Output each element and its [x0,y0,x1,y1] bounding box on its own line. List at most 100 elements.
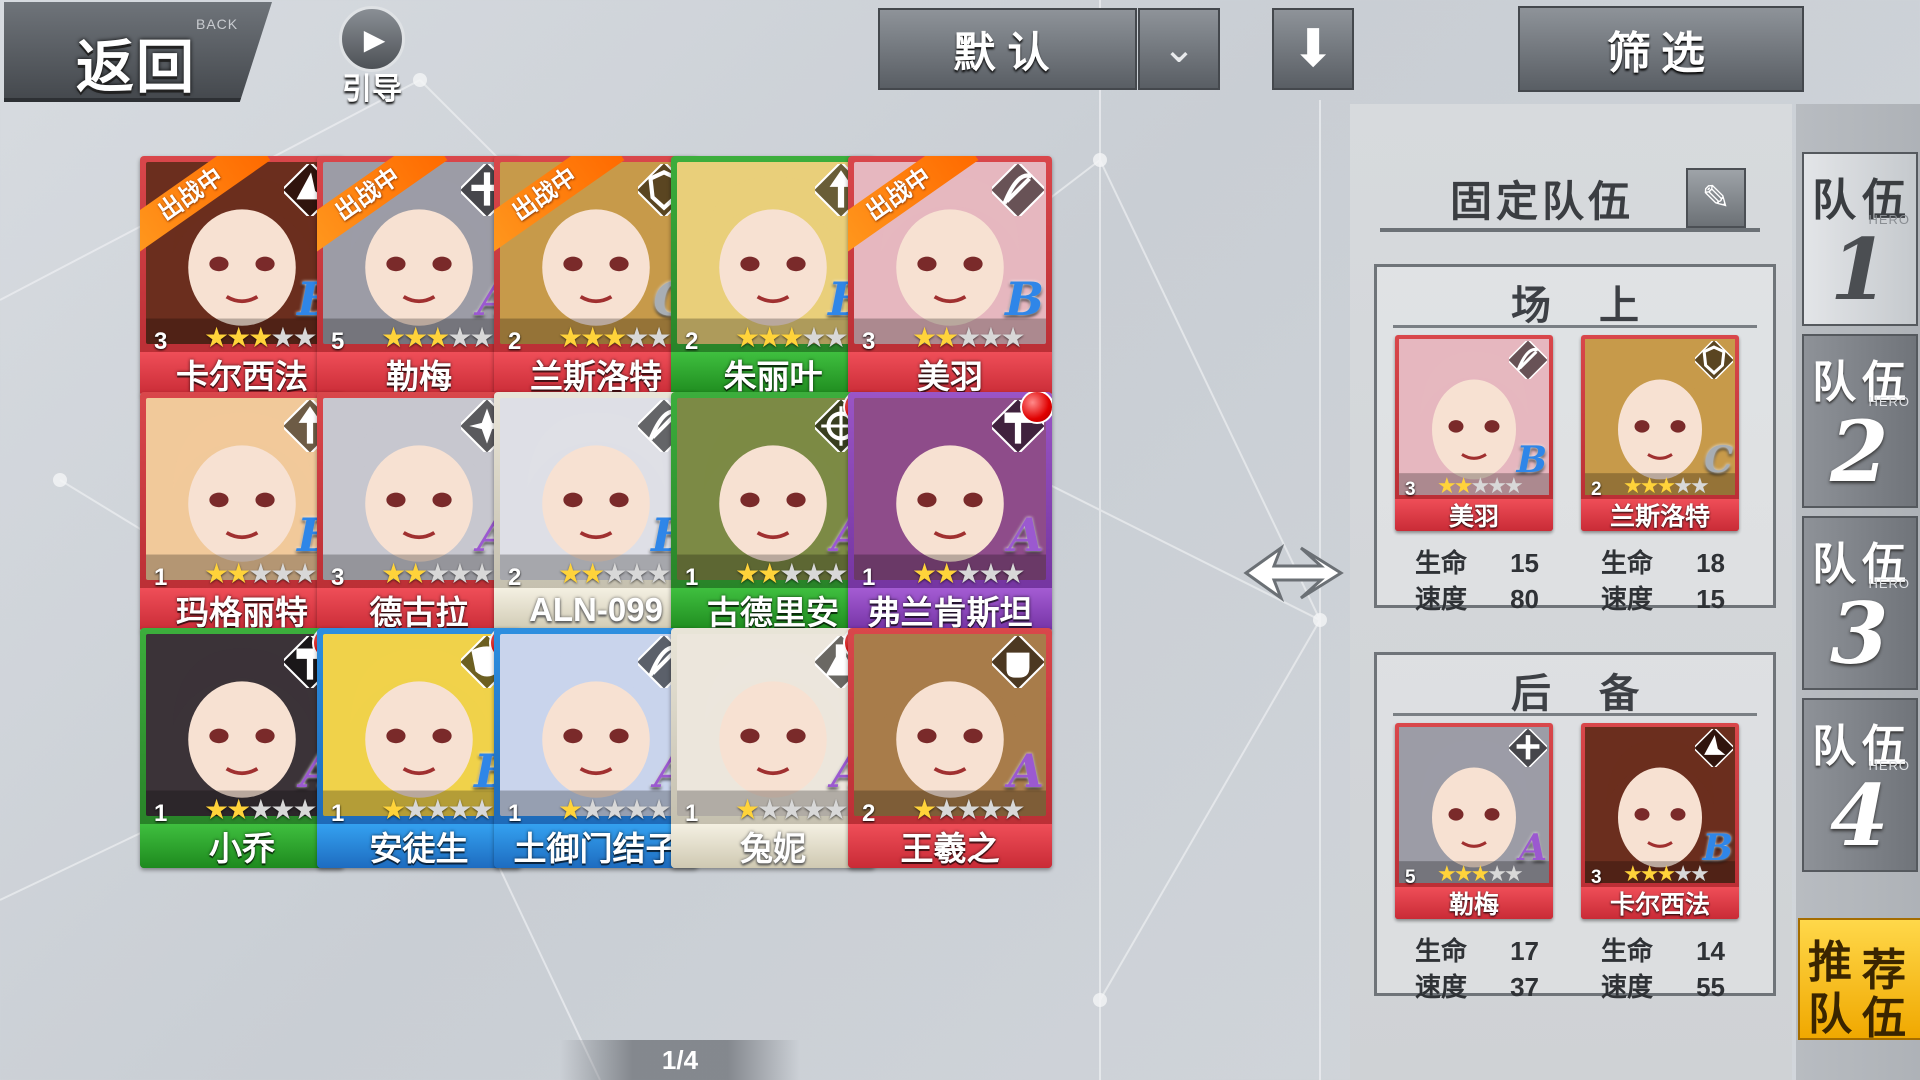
hero-namebar: 弗兰肯斯坦 [848,588,1052,632]
back-button[interactable]: BACK 返回 [4,2,272,102]
hero-card[interactable]: B2★★★★★ALN-099 [494,392,698,632]
star-empty-icon: ★ [1503,861,1524,886]
hero-card[interactable]: A1★★★★★古德里安 [671,392,875,632]
star-empty-icon: ★ [978,322,1003,353]
panel-title: 固定队伍 [1450,178,1635,225]
hero-name: 美羽 [1448,503,1499,531]
recommend-team-button[interactable]: 推 荐 队 伍 [1798,918,1920,1043]
star-empty-icon: ★ [425,558,450,589]
hero-stats: 生命 14 速度 55 [1601,933,1725,1005]
star-filled-icon: ★ [204,794,229,825]
hero-namebar: 古德里安 [671,588,875,632]
hero-card[interactable]: A1★★★★★土御门结子 [494,628,698,868]
hero-card[interactable]: A 2 ★★★★★ 王羲之 [848,628,1052,868]
star-empty-icon: ★ [956,322,981,353]
hero-card[interactable]: B2★★★★★朱丽叶 [671,156,875,396]
hero-namebar: 小乔 [140,824,344,868]
hero-card[interactable]: 出战中B3★★★★★卡尔西法 [140,156,344,396]
star-empty-icon: ★ [956,558,981,589]
star-filled-icon: ★ [779,322,804,353]
team-hero-card[interactable]: B 3 ★★★★★ 美羽 [1395,335,1553,531]
star-empty-icon: ★ [978,558,1003,589]
star-empty-icon: ★ [469,558,494,589]
hero-name: ALN-099 [529,591,663,628]
hero-name: 美羽 [917,358,983,395]
hero-namebar: 兔妮 [671,824,875,868]
tab-team-2[interactable]: 队伍 HERO 2 [1802,334,1918,508]
star-filled-icon: ★ [912,794,937,825]
star-empty-icon: ★ [823,558,848,589]
sort-dropdown-button[interactable]: ⌄ [1138,8,1220,90]
sort-button[interactable]: 默认 [878,8,1137,90]
speed-value: 55 [1696,972,1726,1002]
star-empty-icon: ★ [602,558,627,589]
star-filled-icon: ★ [934,322,959,353]
hero-namebar: 美羽 [848,352,1052,396]
hero-grade: A [1008,508,1044,562]
star-filled-icon: ★ [1437,861,1457,886]
edit-team-button[interactable]: ✎ [1686,168,1746,228]
hp-value: 18 [1696,548,1726,578]
hero-card[interactable]: A1★★★★★小乔 [140,628,344,868]
hero-card[interactable]: B1★★★★★安徒生 [317,628,521,868]
sort-order-button[interactable]: ⬇ [1272,8,1354,90]
star-empty-icon: ★ [801,558,826,589]
hero-card[interactable]: A1★★★★★兔妮 [671,628,875,868]
witch-hat-icon [1692,726,1736,770]
star-empty-icon: ★ [469,794,494,825]
team-hero-card[interactable]: A 5 ★★★★★ 勒梅 [1395,723,1553,919]
play-icon: ▶ [339,6,405,72]
star-empty-icon: ★ [469,322,494,353]
cross-icon [1506,726,1550,770]
hero-stars: ★★★★★ [1437,861,1524,887]
recommend-char-4: 伍 [1862,994,1906,1043]
guide-button[interactable]: ▶ 引导 [328,6,416,106]
reserve-title: 后备 [1511,672,1687,716]
star-empty-icon: ★ [270,794,295,825]
star-filled-icon: ★ [403,558,428,589]
star-empty-icon: ★ [403,794,428,825]
hero-card[interactable]: 出战中A5★★★★★勒梅 [317,156,521,396]
star-filled-icon: ★ [1623,473,1643,498]
star-filled-icon: ★ [1623,861,1643,886]
hero-card[interactable]: B1★★★★★玛格丽特 [140,392,344,632]
hero-grade: C [1704,439,1733,481]
speed-value: 15 [1696,584,1726,614]
tab-team-1[interactable]: 队伍 HERO 1 [1802,152,1918,326]
star-filled-icon: ★ [757,558,782,589]
tab-team-4[interactable]: 队伍 HERO 4 [1802,698,1918,872]
team-hero-card[interactable]: C 2 ★★★★★ 兰斯洛特 [1581,335,1739,531]
hero-stats: 生命 18 速度 15 [1601,545,1725,617]
star-empty-icon: ★ [779,794,804,825]
field-title: 场上 [1511,284,1687,328]
hero-name: 卡尔西法 [1609,891,1710,919]
star-empty-icon: ★ [801,322,826,353]
star-filled-icon: ★ [226,558,251,589]
star-empty-icon: ★ [757,794,782,825]
star-empty-icon: ★ [1689,473,1710,498]
hp-label: 生命 [1415,936,1468,966]
speed-label: 速度 [1415,584,1468,614]
star-filled-icon: ★ [403,322,428,353]
hero-namebar: 兰斯洛特 [494,352,698,396]
star-empty-icon: ★ [248,558,273,589]
pencil-icon: ✎ [1701,179,1731,217]
team-hero-card[interactable]: B 3 ★★★★★ 卡尔西法 [1581,723,1739,919]
star-filled-icon: ★ [1453,861,1474,886]
hero-card[interactable]: 出战中 B 3 ★★★★★ 美羽 [848,156,1052,396]
star-filled-icon: ★ [248,322,273,353]
filter-button[interactable]: 筛选 [1518,6,1804,92]
hero-name: 德古拉 [369,594,469,631]
tab-team-3[interactable]: 队伍 HERO 3 [1802,516,1918,690]
filter-label: 筛选 [1607,29,1715,78]
hero-card[interactable]: 出战中C2★★★★★兰斯洛特 [494,156,698,396]
hero-name: 卡尔西法 [176,358,308,395]
back-label-en: BACK [196,16,239,32]
hero-card[interactable]: A3★★★★★德古拉 [317,392,521,632]
star-empty-icon: ★ [1673,473,1693,498]
star-empty-icon: ★ [270,322,295,353]
hero-card[interactable]: A 1 ★★★★★ 弗兰肯斯坦 [848,392,1052,632]
hero-namebar: 美羽 [1395,499,1553,531]
hero-level: 3 [1591,867,1602,888]
star-filled-icon: ★ [735,322,760,353]
